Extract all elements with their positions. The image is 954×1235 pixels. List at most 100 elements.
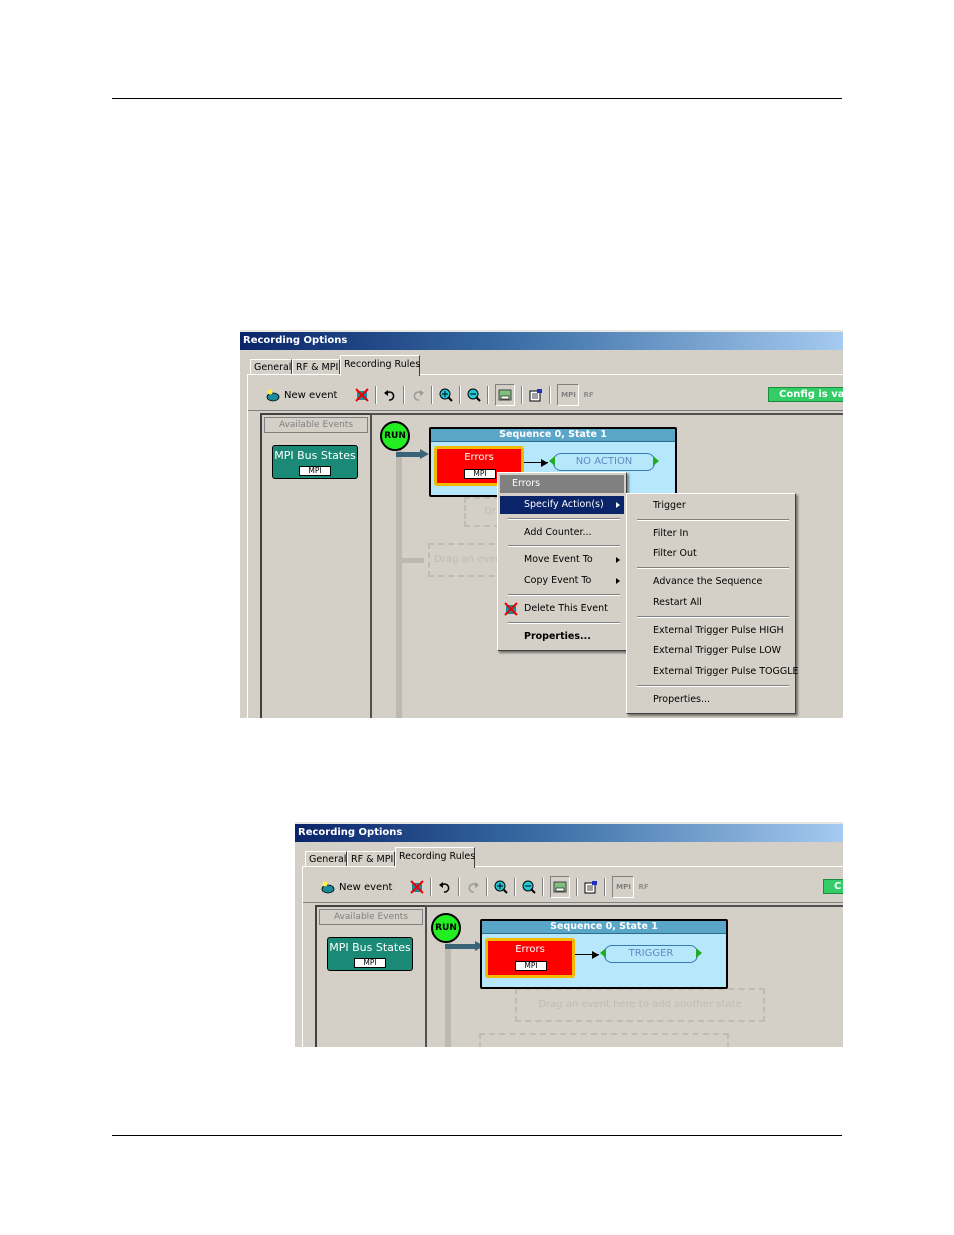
- properties-icon: [584, 880, 598, 894]
- event-errors-label: Errors: [464, 452, 494, 463]
- delete-icon: [355, 388, 370, 402]
- delete-icon: [504, 602, 518, 623]
- specify-actions-submenu: Trigger Filter In Filter Out Advance the…: [626, 493, 799, 714]
- window-title: Recording Options: [240, 330, 843, 350]
- menu-item-specify-actions[interactable]: Specify Action(s): [500, 496, 624, 514]
- event-errors-label: Errors: [515, 944, 545, 955]
- undo-button[interactable]: [438, 877, 452, 897]
- action-left-chevron: [600, 948, 606, 958]
- toolbar-separator: [542, 878, 545, 896]
- action-node[interactable]: TRIGGER: [604, 945, 698, 963]
- flow-connector-to-dropzone: [396, 558, 424, 563]
- toolbar-separator: [375, 386, 378, 404]
- screenshot-recording-options-context-menu: Recording Options General RF & MPI Recor…: [240, 330, 843, 718]
- properties-button[interactable]: [529, 385, 543, 405]
- toolbar-separator: [604, 878, 607, 896]
- flow-arrowhead: [420, 449, 429, 459]
- toolbar-divider: [248, 410, 843, 411]
- layout-toggle-button[interactable]: [495, 384, 516, 406]
- submenu-item-advance-sequence[interactable]: Advance the Sequence: [629, 573, 793, 591]
- toolbar-separator: [576, 878, 579, 896]
- drop-zone-new-sequence[interactable]: [479, 1033, 729, 1047]
- action-arrowhead: [592, 951, 599, 959]
- zoom-out-button[interactable]: [522, 877, 537, 897]
- tab-recording-rules[interactable]: Recording Rules: [395, 847, 475, 868]
- delete-event-button[interactable]: [355, 385, 370, 405]
- rf-toggle-button[interactable]: RF: [583, 385, 593, 405]
- toolbar: New event MPI RF: [266, 384, 598, 406]
- action-arrowhead: [541, 459, 548, 467]
- redo-button[interactable]: [411, 385, 425, 405]
- zoom-out-button[interactable]: [467, 385, 482, 405]
- menu-separator: [637, 519, 789, 521]
- zoom-in-icon: [439, 388, 454, 402]
- submenu-item-properties[interactable]: Properties...: [629, 691, 793, 709]
- tab-rf-mpi[interactable]: RF & MPI: [347, 851, 395, 867]
- toolbar-separator: [514, 878, 517, 896]
- menu-separator: [637, 685, 789, 687]
- toolbar-separator: [403, 386, 406, 404]
- event-chip-label: MPI Bus States: [274, 449, 356, 462]
- layout-icon: [498, 388, 512, 402]
- tab-general[interactable]: General: [250, 359, 292, 375]
- zoom-in-button[interactable]: [439, 385, 454, 405]
- state-box[interactable]: Sequence 0, State 1 Errors MPI TRIGGER: [480, 919, 728, 989]
- menu-item-add-counter[interactable]: Add Counter...: [500, 524, 624, 542]
- state-title: Sequence 0, State 1: [482, 921, 726, 934]
- flow-connector-vertical: [445, 941, 451, 1047]
- drop-zone-next-state[interactable]: Drag an event here to add another state: [515, 988, 765, 1022]
- toolbar-separator: [549, 386, 552, 404]
- undo-button[interactable]: [383, 385, 397, 405]
- new-event-button[interactable]: New event: [321, 877, 392, 897]
- toolbar-separator: [458, 878, 461, 896]
- event-errors-tag: MPI: [464, 469, 496, 479]
- submenu-item-ext-trigger-toggle[interactable]: External Trigger Pulse TOGGLE: [629, 663, 799, 681]
- submenu-item-filter-out[interactable]: Filter Out: [629, 545, 793, 563]
- event-context-menu: Errors Specify Action(s) Add Counter... …: [497, 472, 627, 651]
- menu-separator: [508, 622, 620, 624]
- toolbar-separator: [486, 878, 489, 896]
- menu-item-label: Move Event To: [524, 554, 593, 565]
- redo-button[interactable]: [466, 877, 480, 897]
- action-node[interactable]: NO ACTION: [553, 453, 655, 471]
- menu-item-move-event-to[interactable]: Move Event To: [500, 551, 624, 569]
- event-errors-tag: MPI: [515, 961, 547, 971]
- tab-recording-rules[interactable]: Recording Rules: [340, 355, 420, 376]
- new-event-button[interactable]: New event: [266, 385, 337, 405]
- submenu-item-filter-in[interactable]: Filter In: [629, 525, 793, 543]
- submenu-item-restart-all[interactable]: Restart All: [629, 594, 793, 612]
- event-chip-mpi-bus-states[interactable]: MPI Bus States MPI: [327, 937, 413, 971]
- mpi-toggle-button[interactable]: MPI: [557, 384, 580, 406]
- footer-rule: [112, 1135, 842, 1136]
- zoom-out-icon: [467, 388, 482, 402]
- menu-separator: [508, 594, 620, 596]
- event-errors[interactable]: Errors MPI: [485, 938, 575, 978]
- menu-item-label: Copy Event To: [524, 575, 592, 586]
- submenu-item-trigger[interactable]: Trigger: [629, 497, 793, 515]
- menu-separator: [508, 518, 620, 520]
- menu-item-properties[interactable]: Properties...: [500, 628, 624, 646]
- rf-toggle-button[interactable]: RF: [638, 877, 648, 897]
- undo-icon: [383, 388, 397, 402]
- screenshot-recording-options-trigger: Recording Options General RF & MPI Recor…: [295, 822, 843, 1047]
- delete-event-button[interactable]: [410, 877, 425, 897]
- zoom-in-button[interactable]: [494, 877, 509, 897]
- redo-icon: [411, 388, 425, 402]
- sequence-canvas: RUN Drag an event here to add another st…: [425, 905, 843, 1047]
- submenu-item-ext-trigger-high[interactable]: External Trigger Pulse HIGH: [629, 622, 793, 640]
- properties-button[interactable]: [584, 877, 598, 897]
- tab-general[interactable]: General: [305, 851, 347, 867]
- menu-item-delete-event[interactable]: Delete This Event: [500, 600, 624, 618]
- menu-item-label: Delete This Event: [524, 603, 608, 614]
- layout-toggle-button[interactable]: [550, 876, 571, 898]
- menu-item-copy-event-to[interactable]: Copy Event To: [500, 572, 624, 590]
- event-chip-mpi-bus-states[interactable]: MPI Bus States MPI: [272, 445, 358, 479]
- submenu-item-ext-trigger-low[interactable]: External Trigger Pulse LOW: [629, 642, 793, 660]
- config-status-badge: Config is valid: [768, 387, 843, 402]
- mpi-toggle-button[interactable]: MPI: [612, 876, 635, 898]
- window-title: Recording Options: [295, 822, 843, 842]
- new-event-label: New event: [339, 881, 393, 893]
- delete-icon: [410, 880, 425, 894]
- tab-rf-mpi[interactable]: RF & MPI: [292, 359, 340, 375]
- submenu-arrow-icon: [616, 578, 620, 584]
